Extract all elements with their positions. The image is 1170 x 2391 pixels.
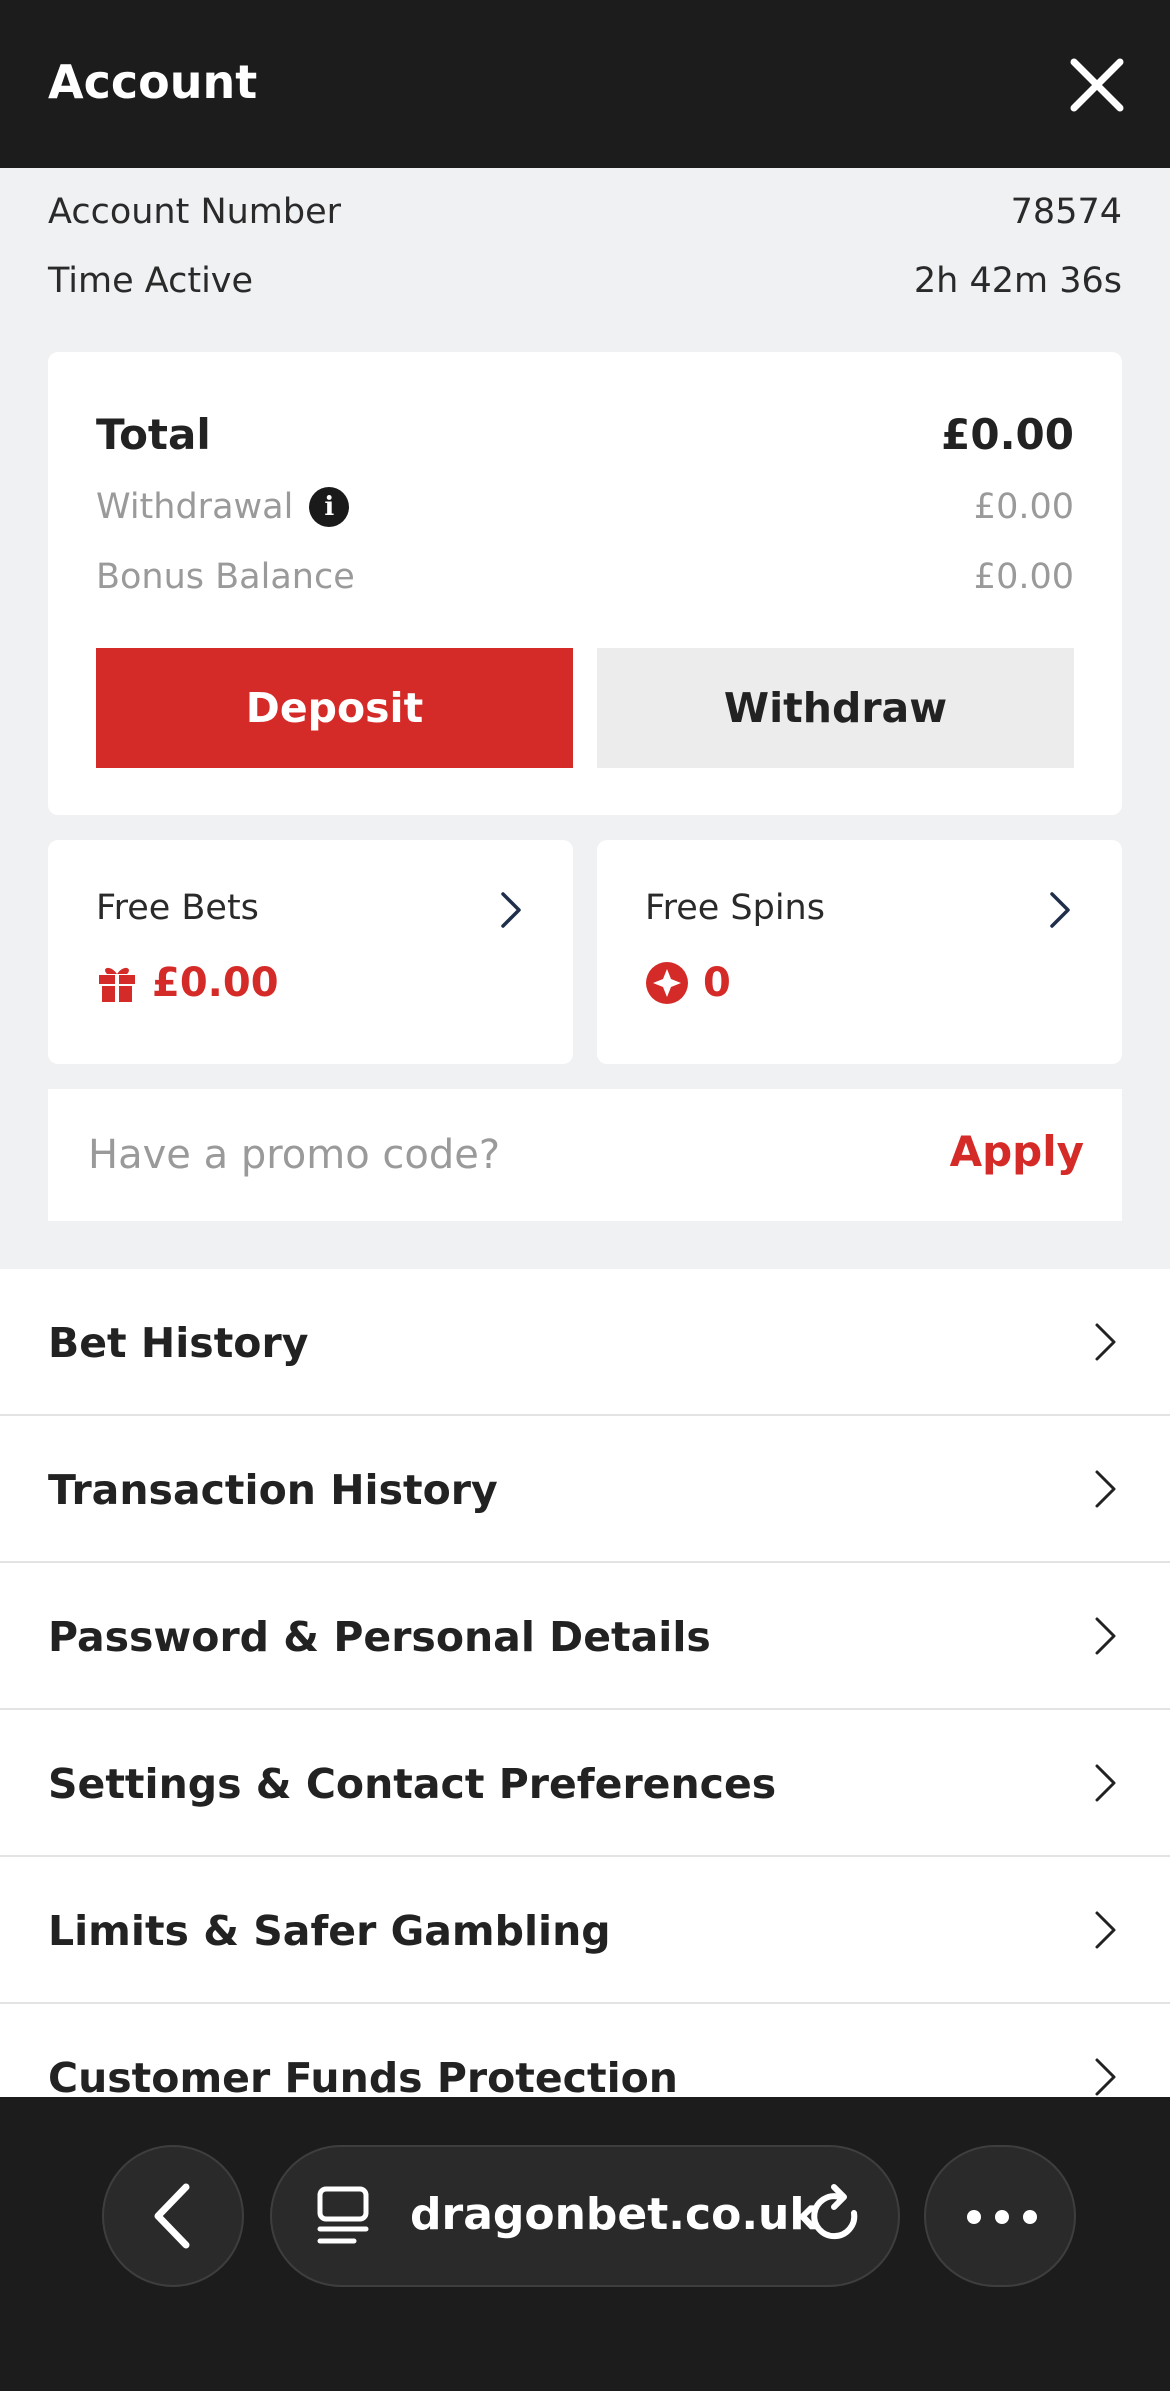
star-badge-icon: [646, 962, 688, 1004]
tabs-icon[interactable]: [314, 2185, 374, 2247]
time-active-row: Time Active 2h 42m 36s: [48, 251, 1122, 311]
gift-icon: [99, 967, 135, 1002]
promo-code-input[interactable]: [88, 1117, 908, 1193]
back-button[interactable]: [102, 2145, 244, 2287]
menu-item-label: Customer Funds Protection: [48, 2054, 678, 2102]
total-value: £0.00: [941, 409, 1074, 459]
deposit-button[interactable]: Deposit: [96, 648, 573, 768]
withdrawal-label: Withdrawal: [96, 487, 294, 527]
time-active-label: Time Active: [48, 261, 254, 301]
promo-code-box: Apply: [48, 1089, 1122, 1221]
withdrawal-value: £0.00: [973, 487, 1074, 527]
chevron-right-icon: [1095, 1911, 1116, 1949]
free-spins-value: 0: [703, 960, 731, 1006]
chevron-right-icon: [1095, 2058, 1116, 2096]
reload-icon[interactable]: [804, 2183, 868, 2251]
free-spins-card[interactable]: Free Spins 0: [597, 840, 1122, 1064]
free-bets-label: Free Bets: [96, 888, 259, 928]
chevron-right-icon: [1095, 1470, 1116, 1508]
time-active-value: 2h 42m 36s: [913, 261, 1122, 301]
page-title: Account: [48, 55, 258, 109]
menu-item-transaction-history[interactable]: Transaction History: [0, 1416, 1170, 1563]
browser-toolbar: dragonbet.co.uk: [0, 2097, 1170, 2391]
more-dots-icon: [967, 2210, 1037, 2224]
account-header: Account: [0, 0, 1170, 168]
free-spins-value-row: 0: [645, 960, 731, 1006]
url-bar[interactable]: dragonbet.co.uk: [270, 2145, 900, 2287]
account-number-row: Account Number 78574: [48, 182, 1122, 242]
menu-item-label: Transaction History: [48, 1466, 498, 1514]
close-icon[interactable]: [1068, 56, 1126, 114]
total-row: Total £0.00: [96, 404, 1074, 464]
menu-item-label: Bet History: [48, 1319, 309, 1367]
total-label: Total: [96, 409, 211, 459]
balance-card: Total £0.00 Withdrawal i £0.00 Bonus Bal…: [48, 352, 1122, 815]
more-button[interactable]: [924, 2145, 1076, 2287]
chevron-right-icon: [1095, 1323, 1116, 1361]
bonus-balance-label: Bonus Balance: [96, 557, 355, 597]
menu-item-limits-safer-gambling[interactable]: Limits & Safer Gambling: [0, 1857, 1170, 2004]
account-number-value: 78574: [1010, 192, 1122, 232]
url-text: dragonbet.co.uk: [410, 2189, 819, 2240]
bonus-balance-row: Bonus Balance £0.00: [96, 552, 1074, 602]
chevron-right-icon: [1050, 892, 1070, 928]
menu-item-label: Limits & Safer Gambling: [48, 1907, 611, 1955]
menu-item-label: Settings & Contact Preferences: [48, 1760, 777, 1808]
free-bets-value: £0.00: [152, 960, 279, 1006]
apply-button[interactable]: Apply: [950, 1127, 1084, 1176]
chevron-right-icon: [1095, 1617, 1116, 1655]
withdraw-button[interactable]: Withdraw: [597, 648, 1074, 768]
chevron-right-icon: [501, 892, 521, 928]
account-menu: Bet History Transaction History Password…: [0, 1269, 1170, 2151]
menu-item-settings-contact-preferences[interactable]: Settings & Contact Preferences: [0, 1710, 1170, 1857]
info-icon[interactable]: i: [309, 487, 350, 527]
menu-item-label: Password & Personal Details: [48, 1613, 711, 1661]
chevron-right-icon: [1095, 1764, 1116, 1802]
chevron-left-icon: [154, 2183, 190, 2249]
account-number-label: Account Number: [48, 192, 342, 232]
withdrawal-row: Withdrawal i £0.00: [96, 482, 1074, 532]
free-spins-label: Free Spins: [645, 888, 825, 928]
free-bets-value-row: £0.00: [96, 960, 279, 1006]
menu-item-password-personal-details[interactable]: Password & Personal Details: [0, 1563, 1170, 1710]
menu-item-bet-history[interactable]: Bet History: [0, 1269, 1170, 1416]
free-bets-card[interactable]: Free Bets £0.00: [48, 840, 573, 1064]
bonus-balance-value: £0.00: [973, 557, 1074, 597]
